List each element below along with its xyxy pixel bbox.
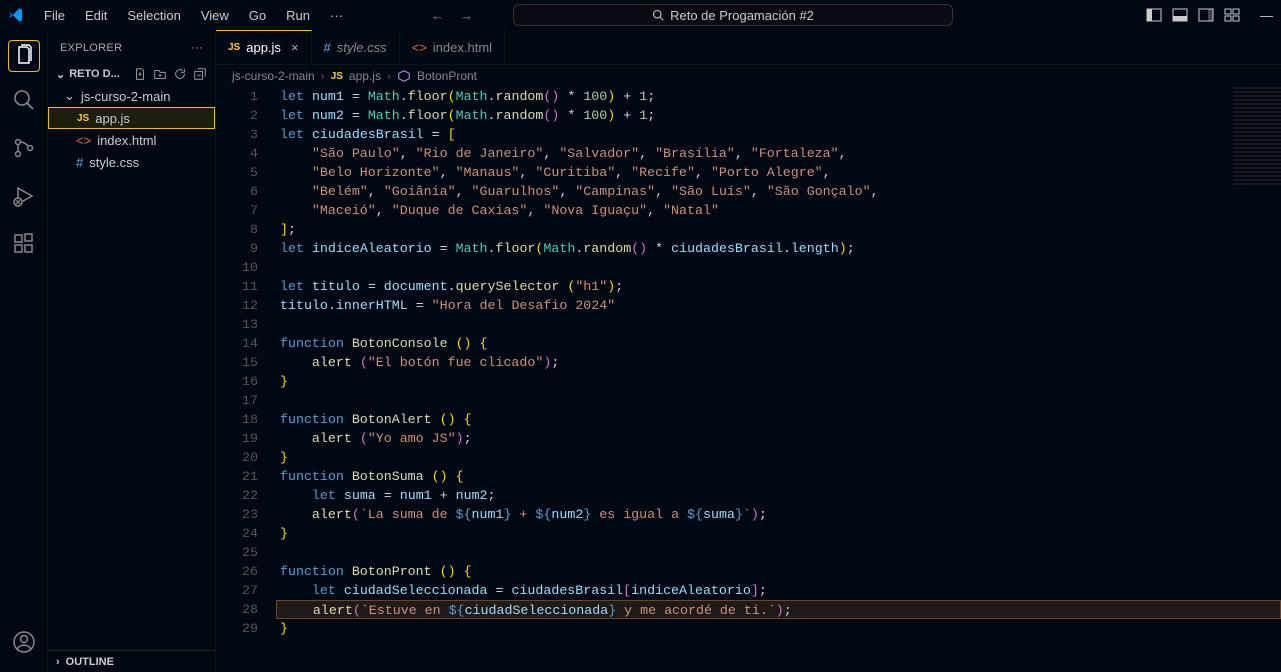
search-activity-icon[interactable] <box>0 80 48 120</box>
menu-go[interactable]: Go <box>241 4 274 27</box>
css-file-icon: # <box>76 155 83 170</box>
editor-tab[interactable]: JS app.js × <box>216 30 312 64</box>
code-content[interactable]: let num1 = Math.floor(Math.random() * 10… <box>276 87 1281 672</box>
vscode-logo-icon <box>8 7 24 23</box>
layout-controls <box>1146 7 1240 23</box>
html-file-icon: <> <box>412 40 427 55</box>
outline-section[interactable]: › OUTLINE <box>48 650 215 672</box>
nav-arrows: ← → <box>431 8 473 23</box>
nav-forward-icon[interactable]: → <box>460 8 473 23</box>
toggle-panel-icon[interactable] <box>1172 7 1188 23</box>
line-gutter: 1234567891011121314151617181920212223242… <box>216 87 276 672</box>
menu-selection[interactable]: Selection <box>119 4 188 27</box>
menu-view[interactable]: View <box>193 4 237 27</box>
breadcrumb[interactable]: js-curso-2-main › JS app.js › BotonPront <box>216 65 1281 87</box>
tab-label: style.css <box>337 40 387 55</box>
file-item[interactable]: JS app.js <box>48 107 215 129</box>
file-label: index.html <box>97 133 156 148</box>
explorer-header: EXPLORER ··· <box>48 30 215 65</box>
chevron-right-icon: › <box>56 656 60 668</box>
css-file-icon: # <box>324 40 331 55</box>
file-tree: ⌄ js-curso-2-main JS app.js <> index.html # s… <box>48 83 215 175</box>
command-center[interactable]: Reto de Progamación #2 <box>513 4 953 26</box>
chevron-right-icon: › <box>387 69 391 83</box>
outline-label: OUTLINE <box>66 656 114 668</box>
explorer-more-icon[interactable]: ··· <box>191 42 203 54</box>
html-file-icon: <> <box>76 133 91 148</box>
window-controls: — <box>1260 8 1273 23</box>
chevron-down-icon: ⌄ <box>56 68 65 81</box>
chevron-right-icon: › <box>321 69 325 83</box>
minimize-icon[interactable]: — <box>1260 8 1273 23</box>
editor-tabs: JS app.js × # style.css <> index.html <box>216 30 1281 65</box>
new-file-icon[interactable] <box>133 67 147 81</box>
editor-area: JS app.js × # style.css <> index.html js-curso… <box>216 30 1281 672</box>
explorer-section-title: RETO D... <box>69 68 133 80</box>
js-file-icon: JS <box>228 42 240 53</box>
activity-bar <box>0 30 48 672</box>
file-item[interactable]: <> index.html <box>48 129 215 151</box>
file-label: style.css <box>89 155 139 170</box>
source-control-activity-icon[interactable] <box>0 128 48 168</box>
chevron-down-icon: ⌄ <box>64 88 75 104</box>
menu-edit[interactable]: Edit <box>77 4 115 27</box>
minimap[interactable] <box>1233 87 1281 187</box>
editor-tab[interactable]: # style.css <box>312 30 400 64</box>
code-editor[interactable]: 1234567891011121314151617181920212223242… <box>216 87 1281 672</box>
toggle-secondary-sidebar-icon[interactable] <box>1198 7 1214 23</box>
menu-run[interactable]: Run <box>278 4 318 27</box>
new-folder-icon[interactable] <box>153 67 167 81</box>
menu-file[interactable]: File <box>36 4 73 27</box>
js-file-icon: JS <box>77 113 89 124</box>
tab-label: app.js <box>246 40 281 55</box>
explorer-section-header[interactable]: ⌄ RETO D... <box>48 65 215 83</box>
tab-label: index.html <box>433 40 492 55</box>
explorer-title: EXPLORER <box>60 42 122 54</box>
explorer-sidebar: EXPLORER ··· ⌄ RETO D... ⌄ js-curso-2-ma… <box>48 30 216 672</box>
title-bar: File Edit Selection View Go Run ··· ← → … <box>0 0 1281 30</box>
toggle-primary-sidebar-icon[interactable] <box>1146 7 1162 23</box>
menu-more[interactable]: ··· <box>322 4 351 27</box>
customize-layout-icon[interactable] <box>1224 7 1240 23</box>
nav-back-icon[interactable]: ← <box>431 8 444 23</box>
method-icon <box>397 69 411 83</box>
file-label: app.js <box>95 111 130 126</box>
refresh-icon[interactable] <box>173 67 187 81</box>
menu-bar: File Edit Selection View Go Run ··· <box>36 4 351 27</box>
editor-tab[interactable]: <> index.html <box>400 30 505 64</box>
breadcrumb-symbol[interactable]: BotonPront <box>417 69 477 83</box>
folder-label: js-curso-2-main <box>81 89 171 104</box>
file-item[interactable]: # style.css <box>48 151 215 173</box>
breadcrumb-folder[interactable]: js-curso-2-main <box>232 69 315 83</box>
explorer-activity-icon[interactable] <box>8 40 40 72</box>
collapse-all-icon[interactable] <box>193 67 207 81</box>
search-icon <box>652 9 664 21</box>
close-icon[interactable]: × <box>291 40 299 55</box>
command-center-title: Reto de Progamación #2 <box>670 8 814 23</box>
breadcrumb-file[interactable]: app.js <box>349 69 381 83</box>
run-debug-activity-icon[interactable] <box>0 176 48 216</box>
extensions-activity-icon[interactable] <box>0 224 48 264</box>
accounts-activity-icon[interactable] <box>0 622 48 662</box>
folder-item[interactable]: ⌄ js-curso-2-main <box>48 85 215 107</box>
js-file-icon: JS <box>331 71 343 82</box>
